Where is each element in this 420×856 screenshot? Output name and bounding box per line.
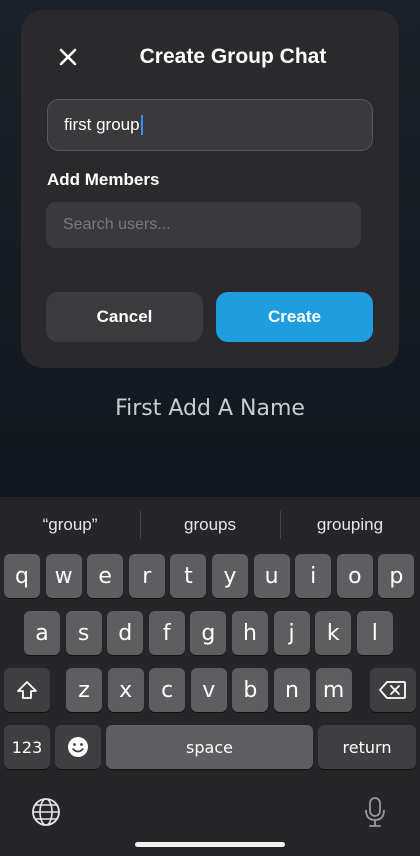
key-v[interactable]: v [190,668,227,712]
key-s[interactable]: s [65,611,102,655]
emoji-key[interactable] [55,725,101,769]
key-o[interactable]: o [336,554,373,598]
key-w[interactable]: w [45,554,82,598]
prediction-bar: “group” groups grouping [0,497,420,553]
key-r[interactable]: r [128,554,165,598]
key-l[interactable]: l [356,611,393,655]
create-group-dialog: Create Group Chat first group Add Member… [21,10,399,368]
shift-key[interactable] [4,668,50,712]
create-button[interactable]: Create [216,292,373,342]
search-users-placeholder: Search users... [63,216,171,233]
return-key[interactable]: return [318,725,416,769]
key-b[interactable]: b [232,668,269,712]
add-name-hint: First Add A Name [115,396,305,421]
key-y[interactable]: y [212,554,248,598]
key-p[interactable]: p [378,554,415,598]
text-caret [140,115,143,135]
cancel-button[interactable]: Cancel [46,292,203,342]
key-j[interactable]: j [273,611,310,655]
dialog-title: Create Group Chat [139,45,327,68]
group-name-input[interactable]: first group [47,99,373,151]
dictation-button[interactable] [360,795,390,829]
delete-icon [379,681,406,699]
close-icon [59,48,77,66]
globe-icon [32,798,60,826]
key-x[interactable]: x [107,668,144,712]
key-k[interactable]: k [315,611,352,655]
group-name-value: first group [64,115,140,134]
key-d[interactable]: d [107,611,144,655]
numbers-key[interactable]: 123 [4,725,50,769]
shift-icon [17,681,37,699]
delete-key[interactable] [370,668,416,712]
emoji-icon [68,737,88,757]
key-t[interactable]: t [170,554,207,598]
prediction-item[interactable]: grouping [280,511,420,539]
prediction-item[interactable]: groups [140,511,280,539]
key-n[interactable]: n [274,668,310,712]
key-f[interactable]: f [148,611,185,655]
key-c[interactable]: c [149,668,186,712]
microphone-icon [365,797,385,827]
search-users-input[interactable]: Search users... [46,202,361,248]
key-g[interactable]: g [190,611,227,655]
close-button[interactable] [55,44,81,70]
onscreen-keyboard: “group” groups grouping qwertyuiop asdfgh… [0,497,420,856]
key-u[interactable]: u [253,554,290,598]
add-members-label: Add Members [47,170,160,189]
key-h[interactable]: h [232,611,268,655]
key-i[interactable]: i [295,554,332,598]
key-q[interactable]: q [4,554,40,598]
key-z[interactable]: z [66,668,102,712]
key-e[interactable]: e [87,554,124,598]
home-indicator [135,842,285,847]
key-a[interactable]: a [24,611,60,655]
space-key[interactable]: space [106,725,313,769]
prediction-item[interactable]: “group” [0,511,140,539]
globe-button[interactable] [29,795,63,829]
key-m[interactable]: m [315,668,352,712]
